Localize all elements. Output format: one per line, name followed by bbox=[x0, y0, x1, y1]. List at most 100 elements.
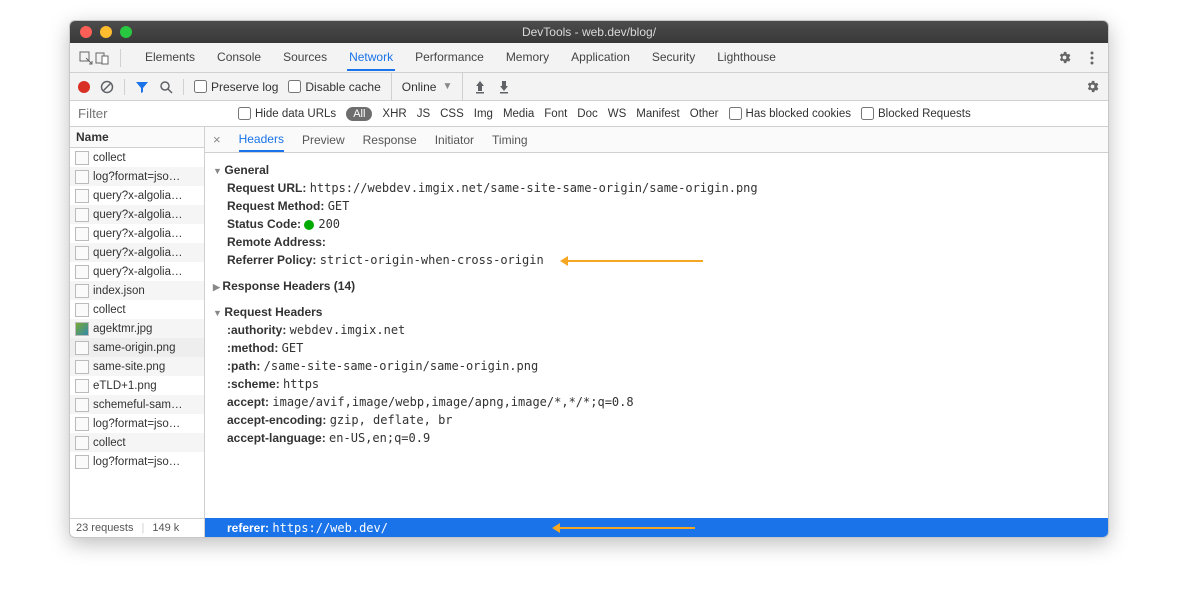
tab-console[interactable]: Console bbox=[215, 44, 263, 71]
filter-type-xhr[interactable]: XHR bbox=[382, 108, 406, 120]
request-name: collect bbox=[93, 437, 126, 449]
request-name: same-site.png bbox=[93, 361, 165, 373]
file-icon bbox=[75, 208, 89, 222]
record-button[interactable] bbox=[78, 81, 90, 93]
tab-network[interactable]: Network bbox=[347, 44, 395, 71]
request-name: log?format=jso… bbox=[93, 456, 180, 468]
filter-input[interactable] bbox=[78, 106, 228, 121]
headers-body: General Request URL: https://webdev.imgi… bbox=[205, 153, 1108, 537]
file-icon bbox=[75, 284, 89, 298]
settings-gear-icon[interactable] bbox=[1056, 50, 1072, 66]
has-blocked-cookies-checkbox[interactable]: Has blocked cookies bbox=[729, 107, 851, 120]
request-name: log?format=jso… bbox=[93, 171, 180, 183]
request-row[interactable]: collect bbox=[70, 300, 204, 319]
panel-tabs: Elements Console Sources Network Perform… bbox=[143, 44, 1056, 71]
transfer-size: 149 k bbox=[152, 522, 179, 534]
request-list: collect log?format=jso… query?x-algolia… qu… bbox=[70, 148, 204, 518]
request-list-panel: Name collect log?format=jso… query?x-algol… bbox=[70, 127, 205, 537]
filter-type-font[interactable]: Font bbox=[544, 108, 567, 120]
annotation-arrow-icon bbox=[563, 260, 703, 262]
request-row[interactable]: same-origin.png bbox=[70, 338, 204, 357]
tab-security[interactable]: Security bbox=[650, 44, 697, 71]
filter-bar: Hide data URLs All XHR JS CSS Img Media … bbox=[70, 101, 1108, 127]
main-split: Name collect log?format=jso… query?x-algol… bbox=[70, 127, 1108, 537]
clear-icon[interactable] bbox=[100, 80, 114, 94]
request-row[interactable]: query?x-algolia… bbox=[70, 243, 204, 262]
tab-lighthouse[interactable]: Lighthouse bbox=[715, 44, 778, 71]
request-row[interactable]: collect bbox=[70, 148, 204, 167]
device-toolbar-icon[interactable] bbox=[94, 50, 110, 66]
file-icon bbox=[75, 170, 89, 184]
image-file-icon bbox=[75, 322, 89, 336]
request-row[interactable]: log?format=jso… bbox=[70, 167, 204, 186]
detail-panel: × Headers Preview Response Initiator Tim… bbox=[205, 127, 1108, 537]
status-code: 200 bbox=[318, 217, 340, 231]
name-column-header[interactable]: Name bbox=[70, 127, 204, 148]
request-row[interactable]: query?x-algolia… bbox=[70, 186, 204, 205]
filter-type-css[interactable]: CSS bbox=[440, 108, 464, 120]
kebab-menu-icon[interactable] bbox=[1084, 50, 1100, 66]
request-row[interactable]: agektmr.jpg bbox=[70, 319, 204, 338]
request-row[interactable]: same-site.png bbox=[70, 357, 204, 376]
blocked-requests-checkbox[interactable]: Blocked Requests bbox=[861, 107, 971, 120]
window-title: DevTools - web.dev/blog/ bbox=[70, 25, 1108, 39]
close-detail-icon[interactable]: × bbox=[213, 132, 221, 147]
filter-type-other[interactable]: Other bbox=[690, 108, 719, 120]
inspect-icon[interactable] bbox=[78, 50, 94, 66]
tab-sources[interactable]: Sources bbox=[281, 44, 329, 71]
upload-har-icon[interactable] bbox=[473, 80, 487, 94]
search-icon[interactable] bbox=[159, 80, 173, 94]
file-icon bbox=[75, 303, 89, 317]
filter-type-js[interactable]: JS bbox=[417, 108, 430, 120]
detail-tab-initiator[interactable]: Initiator bbox=[435, 128, 474, 152]
request-row[interactable]: schemeful-sam… bbox=[70, 395, 204, 414]
request-name: query?x-algolia… bbox=[93, 247, 183, 259]
detail-tab-response[interactable]: Response bbox=[363, 128, 417, 152]
request-row[interactable]: index.json bbox=[70, 281, 204, 300]
filter-type-all[interactable]: All bbox=[346, 107, 372, 121]
request-row[interactable]: log?format=jso… bbox=[70, 414, 204, 433]
section-general[interactable]: General bbox=[213, 161, 1100, 179]
request-name: query?x-algolia… bbox=[93, 228, 183, 240]
tab-performance[interactable]: Performance bbox=[413, 44, 486, 71]
tab-application[interactable]: Application bbox=[569, 44, 632, 71]
request-name: query?x-algolia… bbox=[93, 190, 183, 202]
close-window-icon[interactable] bbox=[80, 26, 92, 38]
network-settings-gear-icon[interactable] bbox=[1084, 79, 1100, 95]
panel-tabbar: Elements Console Sources Network Perform… bbox=[70, 43, 1108, 73]
request-count: 23 requests bbox=[76, 522, 133, 534]
file-icon bbox=[75, 246, 89, 260]
request-row[interactable]: query?x-algolia… bbox=[70, 224, 204, 243]
detail-tab-preview[interactable]: Preview bbox=[302, 128, 345, 152]
request-row[interactable]: collect bbox=[70, 433, 204, 452]
detail-tab-headers[interactable]: Headers bbox=[239, 127, 284, 152]
file-icon bbox=[75, 227, 89, 241]
tab-elements[interactable]: Elements bbox=[143, 44, 197, 71]
download-har-icon[interactable] bbox=[497, 80, 511, 94]
throttling-select[interactable]: Online▼ bbox=[391, 73, 464, 100]
preserve-log-checkbox[interactable]: Preserve log bbox=[194, 80, 278, 94]
annotation-arrow-icon bbox=[555, 527, 695, 529]
filter-type-doc[interactable]: Doc bbox=[577, 108, 597, 120]
filter-funnel-icon[interactable] bbox=[135, 80, 149, 94]
file-icon bbox=[75, 436, 89, 450]
request-row[interactable]: log?format=jso… bbox=[70, 452, 204, 471]
filter-type-manifest[interactable]: Manifest bbox=[636, 108, 679, 120]
devtools-window: DevTools - web.dev/blog/ Elements Consol… bbox=[69, 20, 1109, 538]
section-response-headers[interactable]: Response Headers (14) bbox=[213, 277, 1100, 295]
filter-type-ws[interactable]: WS bbox=[608, 108, 627, 120]
hide-data-urls-checkbox[interactable]: Hide data URLs bbox=[238, 107, 336, 120]
request-row[interactable]: query?x-algolia… bbox=[70, 262, 204, 281]
filter-type-img[interactable]: Img bbox=[474, 108, 493, 120]
request-row[interactable]: query?x-algolia… bbox=[70, 205, 204, 224]
referer-value: https://web.dev/ bbox=[272, 521, 388, 535]
detail-tab-timing[interactable]: Timing bbox=[492, 128, 528, 152]
zoom-window-icon[interactable] bbox=[120, 26, 132, 38]
filter-type-media[interactable]: Media bbox=[503, 108, 534, 120]
request-row[interactable]: eTLD+1.png bbox=[70, 376, 204, 395]
section-request-headers[interactable]: Request Headers bbox=[213, 303, 1100, 321]
file-icon bbox=[75, 360, 89, 374]
disable-cache-checkbox[interactable]: Disable cache bbox=[288, 80, 380, 94]
minimize-window-icon[interactable] bbox=[100, 26, 112, 38]
tab-memory[interactable]: Memory bbox=[504, 44, 551, 71]
